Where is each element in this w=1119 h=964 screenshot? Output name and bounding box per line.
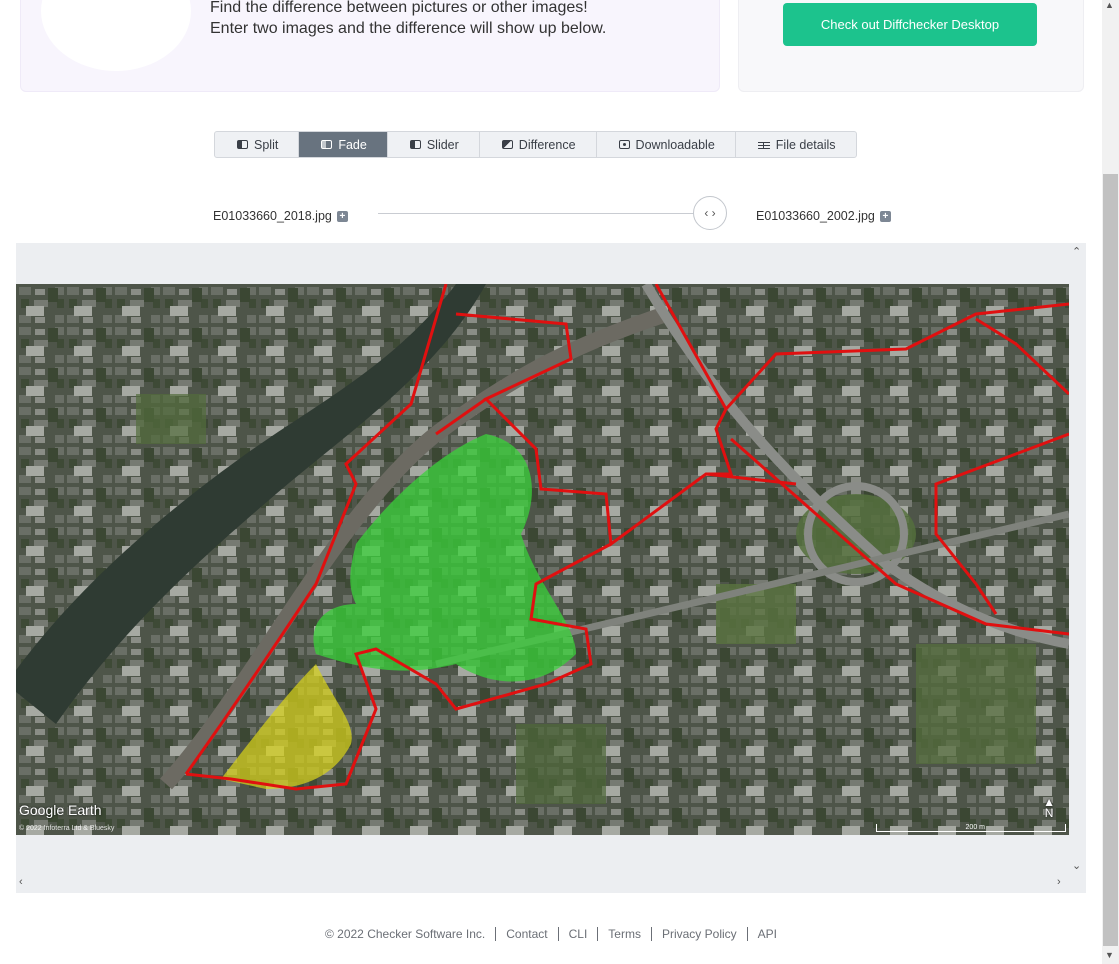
tab-file-details[interactable]: File details [736, 132, 856, 157]
right-file-name: E01033660_2002.jpg [756, 209, 875, 223]
left-file-name: E01033660_2018.jpg [213, 209, 332, 223]
aerial-map [16, 284, 1069, 835]
footer-link-cli[interactable]: CLI [569, 927, 588, 941]
right-file: E01033660_2002.jpg + [756, 209, 891, 223]
arrows-horizontal-icon: ‹ › [704, 206, 716, 220]
scroll-right-icon[interactable]: › [1057, 876, 1061, 888]
hero-card: Find the difference between pictures or … [20, 0, 720, 92]
google-earth-logo: Google Earth [19, 802, 102, 818]
desktop-promo-button[interactable]: Check out Diffchecker Desktop [783, 3, 1037, 46]
tab-split[interactable]: Split [215, 132, 300, 157]
left-file: E01033660_2018.jpg + [213, 209, 348, 223]
north-label: N [1044, 806, 1054, 820]
difference-icon [501, 140, 513, 149]
footer-link-contact[interactable]: Contact [506, 927, 547, 941]
hero-text: Find the difference between pictures or … [210, 0, 606, 39]
page-scrollbar-thumb[interactable] [1103, 174, 1118, 946]
tab-downloadable[interactable]: Downloadable [597, 132, 736, 157]
footer-copyright: © 2022 Checker Software Inc. [324, 927, 486, 941]
scale-label: 200 m [965, 824, 985, 831]
add-file-icon[interactable]: + [336, 210, 348, 222]
page-scroll-up-icon[interactable]: ▲ [1105, 0, 1114, 10]
footer-divider [746, 927, 748, 941]
footer-divider [557, 927, 559, 941]
fade-slider-handle[interactable]: ‹ › [693, 196, 727, 230]
scroll-left-icon[interactable]: ‹ [19, 876, 23, 888]
image-viewer[interactable]: Google Earth © 2022 Infoterra Ltd & Blue… [16, 243, 1086, 893]
footer-link-terms[interactable]: Terms [608, 927, 641, 941]
tab-label: Slider [426, 137, 459, 152]
split-view-icon [237, 140, 248, 149]
imagery-copyright: © 2022 Infoterra Ltd & Bluesky [19, 825, 115, 832]
footer-divider [650, 927, 652, 941]
slider-icon [409, 140, 421, 149]
footer: © 2022 Checker Software Inc. Contact CLI… [0, 927, 1102, 941]
file-details-icon [757, 139, 770, 150]
scroll-up-icon[interactable]: ⌃ [1072, 245, 1081, 258]
north-arrow-icon: ▲ N [1043, 795, 1055, 820]
hero-line-2: Enter two images and the difference will… [210, 20, 607, 37]
tab-difference[interactable]: Difference [480, 132, 597, 157]
footer-link-api[interactable]: API [758, 927, 777, 941]
hero-line-1: Find the difference between pictures or … [210, 0, 588, 16]
tab-label: Split [254, 137, 279, 152]
tab-label: Downloadable [635, 137, 715, 152]
scroll-down-icon[interactable]: ⌄ [1072, 859, 1081, 872]
fade-slider-track[interactable] [378, 213, 698, 214]
tab-fade[interactable]: Fade [299, 132, 388, 157]
fade-icon [321, 140, 333, 149]
tab-label: Fade [338, 137, 367, 152]
satellite-image: Google Earth © 2022 Infoterra Ltd & Blue… [16, 284, 1069, 835]
tab-label: Difference [518, 137, 576, 152]
view-mode-tabs: Split Fade Slider Difference Downloadabl… [214, 131, 857, 158]
download-icon [618, 140, 630, 149]
tab-label: File details [775, 137, 836, 152]
hero-illustration [41, 0, 191, 71]
add-file-icon[interactable]: + [879, 210, 891, 222]
footer-divider [495, 927, 497, 941]
page-scroll-down-icon[interactable]: ▼ [1105, 950, 1114, 960]
footer-link-privacy[interactable]: Privacy Policy [662, 927, 737, 941]
footer-divider [597, 927, 599, 941]
tab-slider[interactable]: Slider [388, 132, 480, 157]
